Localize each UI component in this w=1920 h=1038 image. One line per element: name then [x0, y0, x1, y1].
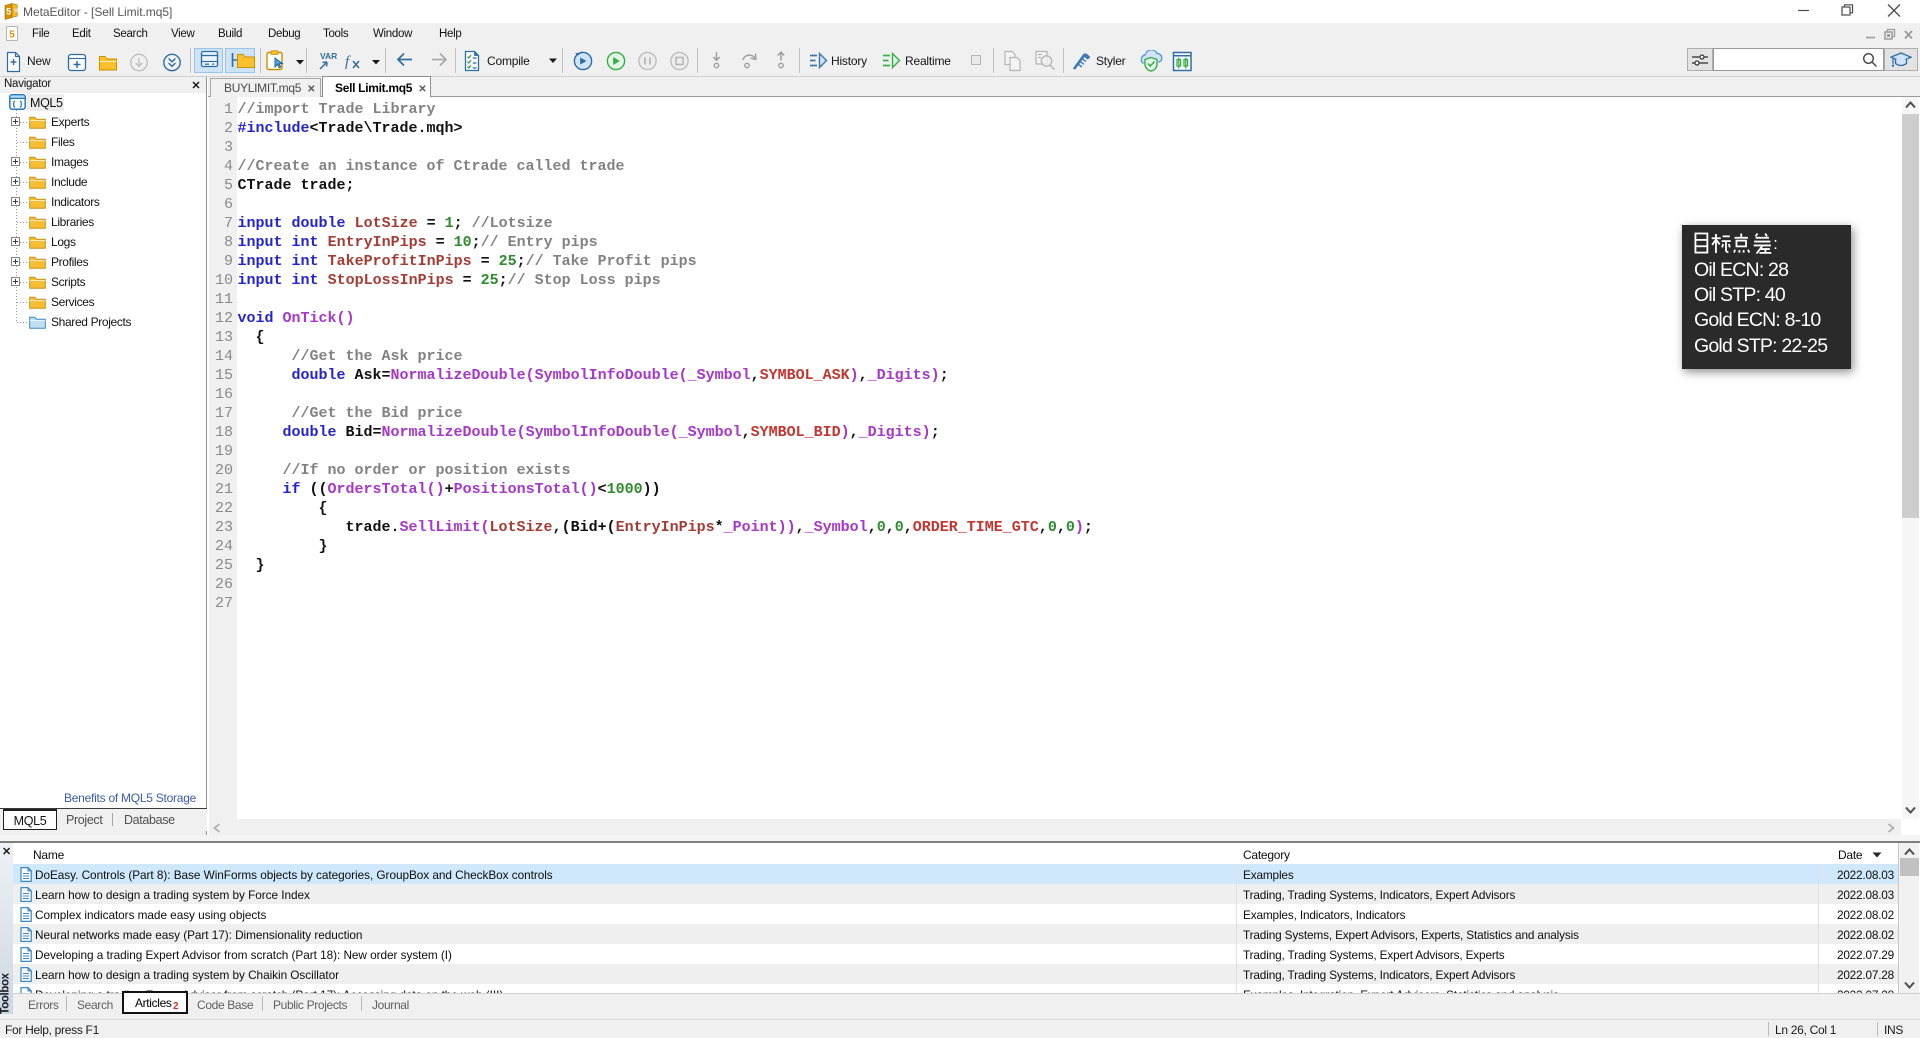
svg-text:5: 5 — [6, 7, 11, 17]
svg-text:f: f — [345, 54, 351, 70]
svg-text::: : — [1773, 235, 1777, 253]
svg-text:VAR: VAR — [320, 51, 337, 61]
svg-text:5: 5 — [9, 30, 15, 41]
